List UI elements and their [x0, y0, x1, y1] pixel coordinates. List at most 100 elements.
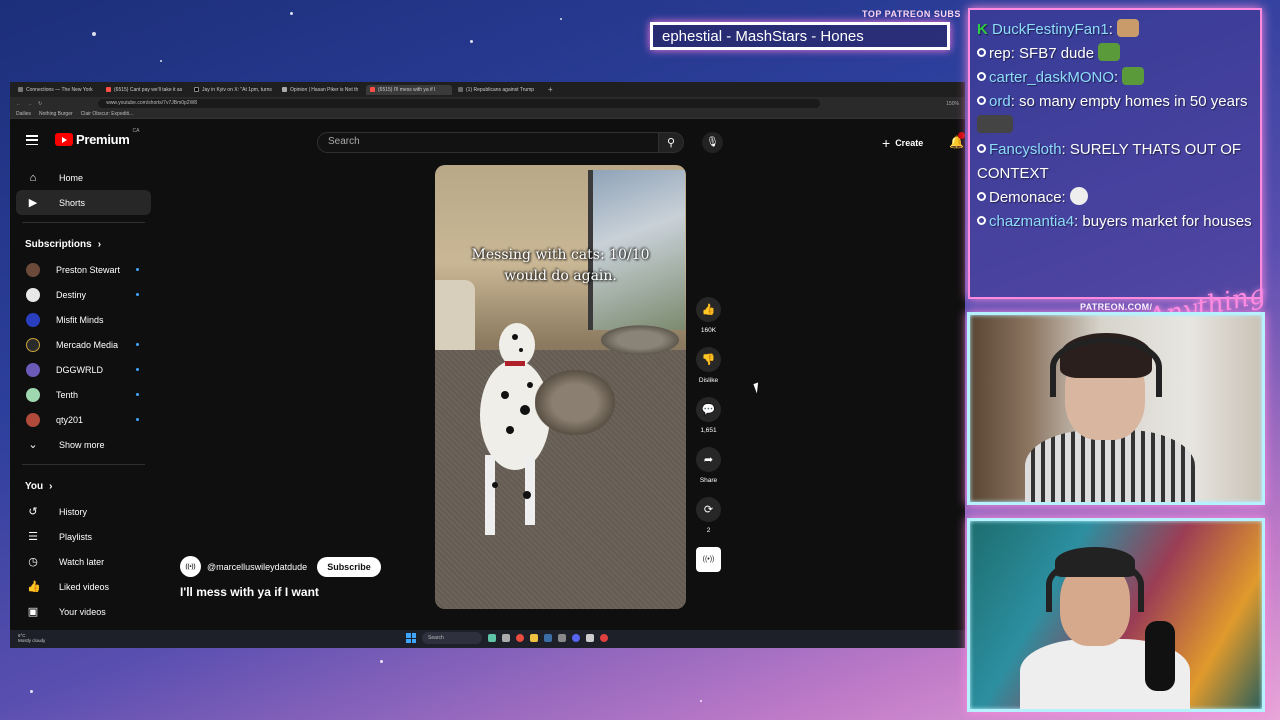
dog-emote-icon: [1117, 19, 1140, 37]
channel-avatar[interactable]: ((•)): [180, 556, 201, 577]
bookmarks-bar: Dailies Nothing Burger Clair Obscur: Exp…: [10, 110, 965, 119]
sidebar-item-liked-videos[interactable]: 👍 Liked videos: [16, 574, 151, 599]
bookmark[interactable]: Clair Obscur: Expediti...: [81, 111, 134, 117]
subscribe-button[interactable]: Subscribe: [317, 556, 381, 577]
dislike-button[interactable]: 👎: [696, 347, 721, 372]
sound-thumbnail[interactable]: ((•)): [696, 547, 721, 572]
browser-tab-active[interactable]: (6515) I'll mess with ya if I: [366, 84, 452, 95]
bookmark[interactable]: Dailies: [16, 111, 31, 117]
divider: [22, 222, 145, 223]
new-content-dot: [136, 418, 139, 421]
comments-button[interactable]: 💬: [696, 397, 721, 422]
subscription-item[interactable]: Mercado Media: [16, 332, 151, 357]
short-channel-row: ((•)) @marcelluswileydatdude Subscribe: [180, 556, 381, 577]
bookmark[interactable]: Nothing Burger: [39, 111, 73, 117]
video-caption: Messing with cats: 10/10 would do again.: [471, 247, 650, 284]
url-field[interactable]: www.youtube.com/shorts/7v7JBm0p2W8: [98, 99, 821, 108]
browser-tab[interactable]: Opinion | Hasan Piker is Not th: [278, 85, 364, 95]
microphone-icon[interactable]: 🎙: [702, 132, 723, 153]
weather-widget[interactable]: 6°C Mostly cloudy: [10, 633, 150, 644]
sidebar-item-home[interactable]: ⌂ Home: [16, 165, 151, 190]
zoom-level[interactable]: 150%: [946, 101, 959, 107]
chat-text: buyers market for houses: [1082, 213, 1252, 230]
chrome-icon[interactable]: [516, 634, 524, 642]
subscription-item[interactable]: Preston Stewart: [16, 257, 151, 282]
chat-message: Fancysloth: SURELY THATS OUT OF CONTEXT: [977, 141, 1242, 182]
sidebar-item-your-videos[interactable]: ▣ Your videos: [16, 599, 151, 624]
clock-icon: ◷: [28, 556, 38, 568]
menu-icon[interactable]: [26, 135, 38, 145]
discord-icon[interactable]: [572, 634, 580, 642]
subscription-item[interactable]: qty201: [16, 407, 151, 432]
browser-tab[interactable]: Connections — The New York: [14, 85, 100, 95]
mouse-cursor: [753, 382, 762, 394]
browser-tab[interactable]: (1) Republicans against Trump: [454, 85, 540, 95]
pepe-emote-icon: [1098, 43, 1121, 61]
youtube-logo[interactable]: Premium CA: [55, 128, 139, 147]
remix-icon: ⟳: [703, 504, 714, 516]
dislike-label: Dislike: [698, 377, 719, 384]
logo-text: Premium: [76, 132, 130, 147]
shorts-icon: ▶: [28, 197, 38, 209]
subscriptions-heading[interactable]: Subscriptions ›: [16, 231, 151, 257]
channel-avatar: [26, 262, 40, 277]
chat-bullet-icon: [977, 72, 986, 81]
microphone-icon: [1145, 621, 1175, 691]
chat-bullet-icon: [977, 48, 986, 57]
like-button[interactable]: 👍: [696, 297, 721, 322]
taskbar-search[interactable]: Search: [422, 632, 482, 644]
chat-username: rep: [989, 45, 1011, 62]
share-label: Share: [699, 477, 718, 484]
app-icon[interactable]: [586, 634, 594, 642]
comment-count: 1,651: [700, 427, 717, 434]
logo-region: CA: [132, 128, 140, 134]
youtube-page: Premium CA Search ⚲ 🎙 + Create 🔔 ⌂ Home ▶…: [10, 119, 965, 630]
new-content-dot: [136, 343, 139, 346]
file-explorer-icon[interactable]: [530, 634, 538, 642]
remix-button[interactable]: ⟳: [696, 497, 721, 522]
new-content-dot: [136, 368, 139, 371]
chat-text: so many empty homes in 50 years: [1019, 93, 1248, 110]
search-input[interactable]: Search: [317, 132, 660, 153]
share-button[interactable]: ➦: [696, 447, 721, 472]
subscription-item[interactable]: DGGWRLD: [16, 357, 151, 382]
webcam-host-2: [967, 518, 1265, 712]
thumbs-down-icon: 👎: [701, 354, 716, 366]
short-video-player[interactable]: Messing with cats: 10/10 would do again.: [435, 165, 686, 609]
grey-cat: [600, 325, 680, 355]
history-icon: ↺: [28, 506, 38, 518]
windows-start-icon[interactable]: [406, 633, 416, 643]
app-icon[interactable]: [558, 634, 566, 642]
streamer-body: [1025, 430, 1195, 502]
subscription-item[interactable]: Destiny: [16, 282, 151, 307]
task-view-icon[interactable]: [502, 634, 510, 642]
forward-icon[interactable]: →: [27, 101, 32, 107]
back-icon[interactable]: ←: [16, 101, 21, 107]
sidebar-item-history[interactable]: ↺ History: [16, 499, 151, 524]
subscription-item[interactable]: Misfit Minds: [16, 307, 151, 332]
channel-avatar: [26, 412, 40, 427]
browser-tab[interactable]: Jay in Kyiv on X: "At 1pm, turns: [190, 85, 276, 95]
sidebar-item-playlists[interactable]: ☰ Playlists: [16, 524, 151, 549]
sidebar-item-watch-later[interactable]: ◷ Watch later: [16, 549, 151, 574]
chat-username: DuckFestinyFan1: [992, 21, 1109, 38]
new-tab-button[interactable]: +: [542, 85, 559, 94]
copilot-icon[interactable]: [488, 634, 496, 642]
chat-username: Demonace: [989, 189, 1062, 206]
show-more-button[interactable]: ⌄ Show more: [16, 432, 151, 457]
you-heading[interactable]: You ›: [16, 473, 151, 499]
channel-handle[interactable]: @marcelluswileydatdude: [207, 562, 307, 572]
search-icon[interactable]: ⚲: [658, 132, 684, 153]
app-icon[interactable]: [600, 634, 608, 642]
chat-message: Demonace:: [977, 186, 1253, 210]
chat-username: chazmantia4: [989, 213, 1075, 230]
subscription-item[interactable]: Tenth: [16, 382, 151, 407]
chat-bullet-icon: [977, 192, 986, 201]
steam-icon[interactable]: [544, 634, 552, 642]
new-content-dot: [136, 393, 139, 396]
create-button[interactable]: + Create: [882, 132, 923, 153]
new-content-dot: [136, 268, 139, 271]
sidebar-item-shorts[interactable]: ▶ Shorts: [16, 190, 151, 215]
reload-icon[interactable]: ↻: [38, 101, 42, 107]
browser-tab[interactable]: (6515) Cant pay we'll take it as: [102, 85, 188, 95]
